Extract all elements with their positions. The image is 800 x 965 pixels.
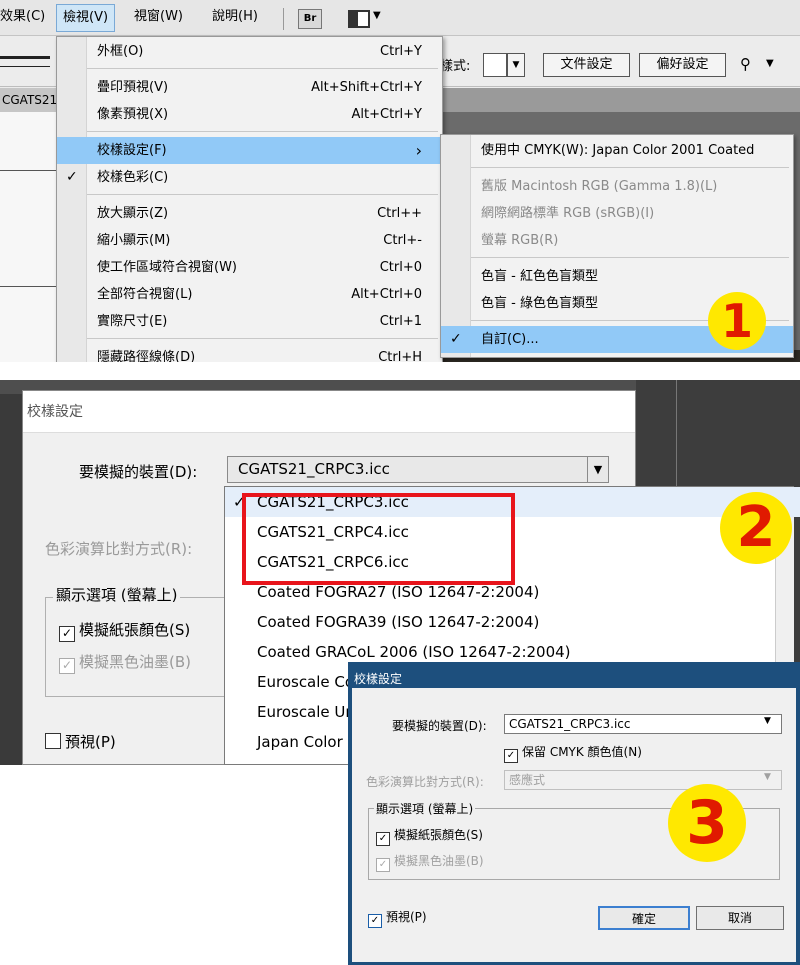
device-option[interactable]: Euroscale Un [249,697,355,727]
checkbox-checked-disabled-icon: ✓ [376,858,390,872]
panel-view-menu: 效果(C) 檢視(V) 視窗(W) 說明(H) Br ▼ 樣式: ▼ 文件設定 … [0,0,800,362]
menu-separator [87,131,438,132]
cancel-button[interactable]: 取消 [696,906,784,930]
intent-select[interactable]: 感應式 [504,770,782,790]
display-options-group [45,597,245,697]
menu-separator [87,68,438,69]
layout-icon-pane [350,12,358,26]
submenu-item-legacy-mac-rgb[interactable]: 舊版 Macintosh RGB (Gamma 1.8)(L) [441,173,793,200]
menu-separator [471,257,789,258]
submenu-item-monitor-rgb[interactable]: 螢幕 RGB(R) [441,227,793,254]
device-select[interactable]: CGATS21_CRPC3.icc [227,456,609,483]
device-option[interactable]: Japan Color [249,727,343,757]
menu-item-actual-size[interactable]: 實際尺寸(E) Ctrl+1 [57,308,442,335]
checkbox-checked-icon[interactable]: ✓ [504,749,518,763]
simulate-ink-label: 模擬黑色油墨(B) [394,854,484,868]
checkbox-checked-icon[interactable]: ✓ [59,626,75,642]
panel-proof-dialog: 校樣設定 要模擬的裝置(D): CGATS21_CRPC3.icc ▼ ✓ 保留 … [348,662,800,965]
chevron-down-icon[interactable]: ▼ [764,772,771,782]
checkmark-icon: ✓ [66,169,78,185]
dialog-title: 校樣設定 [354,672,403,686]
intent-label: 色彩演算比對方式(R): [366,775,484,789]
stroke-preview-thin [0,66,50,67]
menu-effect[interactable]: 效果(C) [0,4,51,30]
menu-help[interactable]: 說明(H) [206,4,264,30]
checkbox-checked-icon[interactable]: ✓ [376,832,390,846]
simulate-paper-checkbox[interactable]: ✓ 模擬紙張顏色(S) [59,619,190,642]
menu-window[interactable]: 視窗(W) [128,4,189,30]
checkmark-icon: ✓ [450,331,462,347]
menu-item-pixel-preview[interactable]: 像素預視(X) Alt+Ctrl+Y [57,101,442,128]
menubar-divider [283,8,284,30]
layout-icon[interactable] [348,10,370,28]
pin-icon[interactable]: ⚲ [740,55,751,73]
simulate-ink-checkbox[interactable]: ✓ 模擬黑色油墨(B) [59,651,191,674]
preserve-cmyk-checkbox[interactable]: ✓ 保留 CMYK 顏色值(N) [504,743,642,763]
simulate-ink-label: 模擬黑色油墨(B) [79,653,191,671]
view-menu: 外框(O) Ctrl+Y 疊印預視(V) Alt+Shift+Ctrl+Y 像素預視… [56,36,443,362]
menu-item-overprint-preview[interactable]: 疊印預視(V) Alt+Shift+Ctrl+Y [57,74,442,101]
stroke-preview [0,56,50,59]
simulate-paper-label: 模擬紙張顏色(S) [79,621,191,639]
artboard-edge [0,170,56,171]
device-option[interactable]: Euroscale Co [249,667,354,697]
menu-item-proof-colors[interactable]: ✓ 校樣色彩(C) [57,164,442,191]
intent-label: 色彩演算比對方式(R): [45,540,193,558]
pin-dropdown-icon[interactable]: ▼ [766,58,774,69]
simulate-ink-checkbox[interactable]: ✓ 模擬黑色油墨(B) [376,852,484,872]
menu-item-outline[interactable]: 外框(O) Ctrl+Y [57,38,442,65]
checkbox-icon[interactable] [45,733,61,749]
submenu-item-protanopia[interactable]: 色盲 - 紅色色盲類型 [441,263,793,290]
device-option[interactable]: Coated FOGRA39 (ISO 12647-2:2004) [249,607,539,637]
checkbox-checked-icon[interactable]: ✓ [368,914,382,928]
document-tab[interactable]: CGATS21 [0,88,57,112]
menu-view[interactable]: 檢視(V) [56,4,116,32]
step-badge-1: 1 [708,292,766,350]
simulate-paper-label: 模擬紙張顏色(S) [394,828,483,842]
bridge-icon[interactable]: Br [298,9,322,29]
preview-label: 預視(P) [386,910,427,924]
menu-separator [471,167,789,168]
step-badge-3: 3 [668,784,746,862]
style-label: 樣式: [440,59,471,74]
menu-item-zoom-out[interactable]: 縮小顯示(M) Ctrl+- [57,227,442,254]
checkbox-checked-disabled-icon: ✓ [59,658,75,674]
display-options-title: 顯示選項 (螢幕上) [53,584,181,605]
artboard-edge-bottom [0,286,56,287]
dialog-title: 校樣設定 [27,404,83,420]
chevron-down-icon[interactable]: ▼ [587,457,608,482]
menu-separator [87,338,438,339]
preferences-button[interactable]: 偏好設定 [639,53,726,77]
display-options-title: 顯示選項 (螢幕上) [374,800,476,817]
device-label: 要模擬的裝置(D): [79,463,198,481]
submenu-item-working-cmyk[interactable]: 使用中 CMYK(W): Japan Color 2001 Coated [441,137,793,164]
device-label: 要模擬的裝置(D): [392,719,487,733]
menubar [0,0,800,36]
submenu-item-srgb[interactable]: 網際網路標準 RGB (sRGB)(I) [441,200,793,227]
preview-checkbox[interactable]: ✓ 預視(P) [368,908,427,928]
dialog-titlebar [23,391,635,433]
menu-item-fit-all[interactable]: 全部符合視窗(L) Alt+Ctrl+0 [57,281,442,308]
preview-checkbox[interactable]: 預視(P) [45,731,116,752]
device-select[interactable]: CGATS21_CRPC3.icc [504,714,782,734]
menu-item-hide-edges[interactable]: 隱藏路徑線條(D) Ctrl+H [57,344,442,362]
canvas-photo-left [0,394,24,765]
ok-button[interactable]: 確定 [598,906,690,930]
menu-item-fit-artboard[interactable]: 使工作區域符合視窗(W) Ctrl+0 [57,254,442,281]
artboard [0,112,56,362]
style-swatch[interactable] [483,53,507,77]
step-badge-2: 2 [720,492,792,564]
preview-label: 預視(P) [65,733,116,751]
highlight-box [242,493,515,585]
menu-separator [87,194,438,195]
style-dropdown-icon[interactable]: ▼ [507,53,525,77]
chevron-down-icon[interactable]: ▼ [373,10,381,21]
document-setup-button[interactable]: 文件設定 [543,53,630,77]
menu-item-zoom-in[interactable]: 放大顯示(Z) Ctrl++ [57,200,442,227]
simulate-paper-checkbox[interactable]: ✓ 模擬紙張顏色(S) [376,826,483,846]
chevron-down-icon[interactable]: ▼ [764,716,771,726]
menu-item-proof-setup[interactable]: 校樣設定(F) › [57,137,442,164]
preserve-cmyk-label: 保留 CMYK 顏色值(N) [522,745,642,759]
